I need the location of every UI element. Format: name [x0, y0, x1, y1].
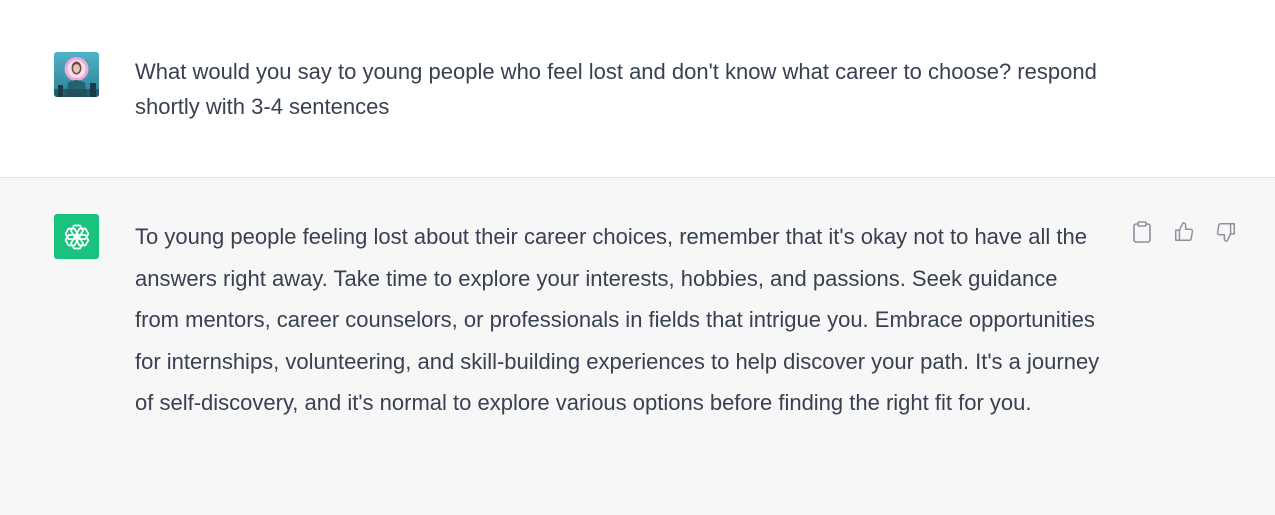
message-actions — [1128, 218, 1240, 246]
thumbs-down-icon[interactable] — [1212, 218, 1240, 246]
openai-logo-icon — [54, 214, 99, 259]
copy-icon[interactable] — [1128, 218, 1156, 246]
user-message-text: What would you say to young people who f… — [135, 59, 1097, 119]
user-avatar-icon — [54, 52, 99, 97]
assistant-message-row: To young people feeling lost about their… — [0, 178, 1275, 515]
user-message-row: What would you say to young people who f… — [0, 0, 1275, 178]
assistant-message-text: To young people feeling lost about their… — [135, 224, 1100, 416]
thumbs-up-icon[interactable] — [1170, 218, 1198, 246]
chat-page: What would you say to young people who f… — [0, 0, 1275, 515]
